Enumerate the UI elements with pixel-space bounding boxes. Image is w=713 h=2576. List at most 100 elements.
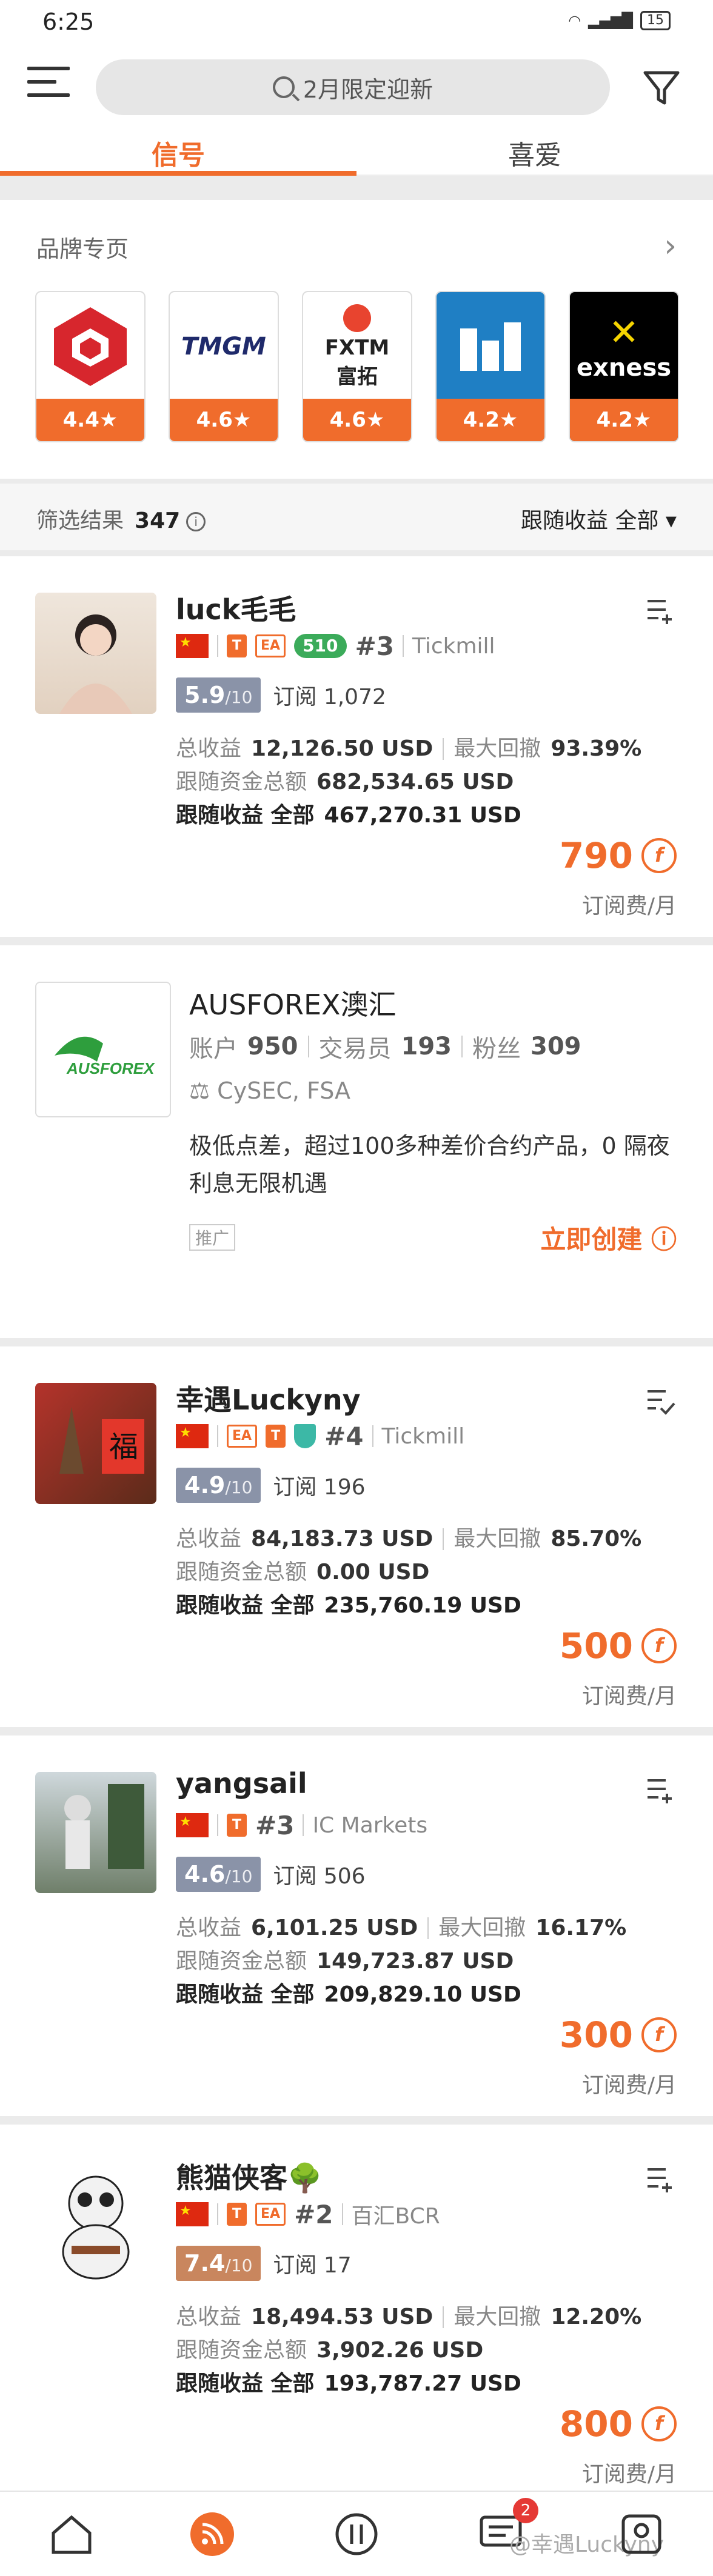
avatar [35, 593, 156, 714]
signal-icon: ▂▄▆█ [588, 12, 633, 29]
status-bar: 6:25 ◠ ▂▄▆█ 15 [0, 0, 713, 48]
follow-profit: 235,760.19 USD [324, 1593, 521, 1618]
signal-badges: EA T #4 Tickmill [176, 1422, 464, 1451]
brand-logo [36, 292, 144, 401]
follow-profit: 193,787.27 USD [324, 2371, 521, 2396]
ad-title: AUSFOREX澳汇 [189, 988, 397, 1021]
max-drawdown: 16.17% [535, 1915, 627, 1940]
score-box: 4.9/10 [176, 1468, 261, 1503]
ad-card[interactable]: AUSFOREX AUSFOREX澳汇 账户 950 交易员 193 粉丝 309 ⚖… [0, 945, 713, 1338]
signal-score: 4.9/10 订阅 196 [176, 1468, 366, 1503]
follow-funds: 3,902.26 USD [316, 2338, 484, 2363]
china-flag-icon [176, 1813, 209, 1837]
bottom-nav: 2 @幸遇Luckyny [0, 2491, 713, 2576]
total-profit: 12,126.50 USD [251, 736, 433, 761]
search-icon [272, 76, 295, 98]
price-unit: 订阅费/月 [581, 2462, 677, 2487]
score-box: 4.6/10 [176, 1857, 261, 1892]
follow-funds: 149,723.87 USD [316, 1949, 514, 1974]
add-to-list-icon[interactable] [644, 2162, 677, 2195]
signal-stats: 总收益 12,126.50 USD 最大回撤 93.39% 跟随资金总额 682,534… [176, 732, 641, 832]
wifi-icon: ◠ [568, 12, 581, 29]
trade-icon[interactable] [332, 2510, 381, 2558]
add-to-list-icon[interactable] [644, 594, 677, 627]
max-drawdown: 85.70% [551, 1526, 642, 1551]
signals-nav-icon[interactable] [188, 2510, 236, 2558]
brand-card-tmgm[interactable]: TMGM 4.6★ [169, 291, 279, 442]
brand-logo: ✕ exness [570, 292, 678, 401]
coin-icon: f [641, 2017, 677, 2052]
t-badge: T [266, 1425, 286, 1448]
scale-icon: ⚖ [189, 1077, 210, 1104]
brand-rating: 4.6★ [303, 399, 411, 441]
price-unit: 订阅费/月 [581, 894, 677, 919]
search-bar[interactable]: 2月限定迎新 [96, 59, 610, 115]
notification-badge: 2 [513, 2498, 538, 2523]
avatar: 福 [35, 1383, 156, 1504]
brand-logo: FXTM 富拓 [303, 292, 411, 401]
profile-icon[interactable] [617, 2510, 666, 2558]
info-icon[interactable]: i [186, 512, 206, 531]
signal-stats: 总收益 6,101.25 USD 最大回撤 16.17% 跟随资金总额 149,723.… [176, 1911, 626, 2011]
brand-name: exness [576, 354, 672, 382]
signal-score: 7.4/10 订阅 17 [176, 2246, 352, 2281]
subscriber-count: 订阅 1,072 [273, 685, 386, 710]
follow-profit: 209,829.10 USD [324, 1982, 521, 2007]
ad-description: 极低点差，超过100多种差价合约产品，0 隔夜利息无限机遇 [189, 1133, 670, 1197]
brand-card-exness[interactable]: ✕ exness 4.2★ [569, 291, 679, 442]
status-icons: ◠ ▂▄▆█ 15 [568, 11, 671, 30]
signal-broker: Tickmill [412, 633, 495, 659]
brand-card-1[interactable]: 4.4★ [35, 291, 146, 442]
ausforex-logo: AUSFOREX [35, 982, 171, 1117]
ea-badge: EA [255, 2203, 286, 2226]
result-label: 筛选结果 [36, 508, 124, 533]
sort-label: 跟随收益 全部 [521, 508, 659, 533]
signal-name: 熊猫侠客🌳 [176, 2162, 323, 2194]
brand-logo: TMGM [181, 333, 266, 361]
sort-dropdown[interactable]: 跟随收益 全部 ▾ [521, 503, 677, 534]
signal-broker: IC Markets [312, 1812, 428, 1838]
chevron-right-icon[interactable]: › [664, 228, 677, 264]
filter-icon[interactable] [640, 67, 683, 109]
signal-rank: #3 [355, 631, 394, 661]
brand-rating: 4.6★ [170, 399, 278, 441]
result-number: 347 [135, 508, 181, 533]
tab-signals[interactable]: 信号 [0, 133, 356, 172]
result-count: 筛选结果 347 i [36, 503, 206, 534]
signal-card[interactable]: luck毛毛 T EA 510 #3 Tickmill 5.9/10 订阅 1,… [0, 556, 713, 937]
t-badge: T [227, 2203, 247, 2226]
signal-name: luck毛毛 [176, 593, 296, 626]
status-time: 6:25 [42, 8, 95, 35]
signal-card[interactable]: yangsail T #3 IC Markets 4.6/10 订阅 506 总… [0, 1736, 713, 2116]
signal-rank: #3 [255, 1810, 295, 1840]
signal-card[interactable]: 熊猫侠客🌳 T EA #2 百汇BCR 7.4/10 订阅 17 总收益18,4… [0, 2125, 713, 2491]
score-box: 7.4/10 [176, 2246, 261, 2281]
add-to-list-icon[interactable] [644, 1773, 677, 1806]
signal-badges: T #3 IC Markets [176, 1810, 428, 1840]
menu-icon[interactable] [27, 67, 70, 103]
subscribed-list-icon[interactable] [644, 1384, 677, 1417]
avatar [35, 1772, 156, 1893]
battery-icon: 15 [640, 11, 671, 30]
brand-rating: 4.4★ [36, 399, 144, 441]
tab-favorites[interactable]: 喜爱 [356, 133, 713, 172]
brand-section: 品牌专页 › 4.4★ TMGM 4.6★ FXTM 富拓 4.6★ 4.2★ … [0, 200, 713, 479]
brand-card-4[interactable]: 4.2★ [435, 291, 546, 442]
subscription-price: 790 f [560, 835, 677, 876]
total-profit: 18,494.53 USD [251, 2305, 433, 2329]
max-drawdown: 93.39% [551, 736, 642, 761]
signal-name: 幸遇Luckyny [176, 1383, 361, 1416]
follow-funds: 682,534.65 USD [316, 770, 514, 794]
ea-badge: EA [227, 1425, 258, 1448]
signal-card[interactable]: 福 幸遇Luckyny EA T #4 Tickmill 4.9/10 订阅 1… [0, 1346, 713, 1727]
create-now-button[interactable]: 立即创建 ⓘ [540, 1219, 677, 1256]
tab-active-indicator [0, 171, 356, 176]
home-icon[interactable] [47, 2510, 96, 2558]
filter-result-bar: 筛选结果 347 i 跟随收益 全部 ▾ [0, 484, 713, 550]
max-drawdown: 12.20% [551, 2305, 642, 2329]
brand-card-fxtm[interactable]: FXTM 富拓 4.6★ [302, 291, 412, 442]
brand-rating: 4.2★ [437, 399, 544, 441]
follow-funds: 0.00 USD [316, 1560, 430, 1585]
signal-badges: T EA #2 百汇BCR [176, 2200, 440, 2229]
china-flag-icon [176, 634, 209, 658]
